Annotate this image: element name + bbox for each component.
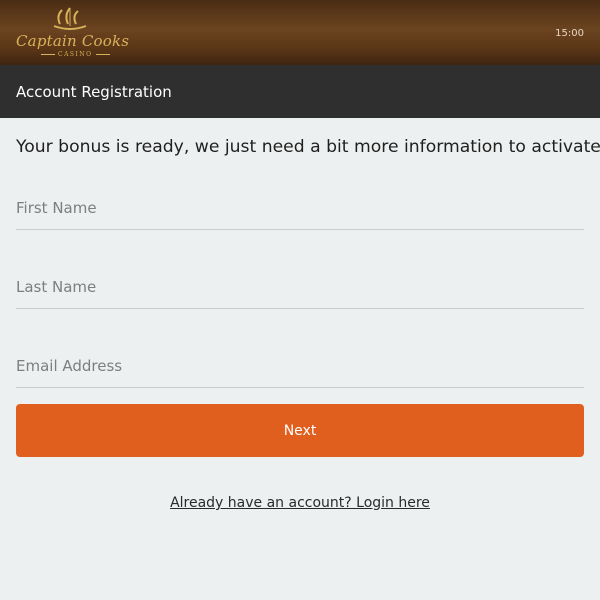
first-name-input[interactable] <box>16 199 584 230</box>
registration-form: Your bonus is ready, we just need a bit … <box>0 118 600 511</box>
page-title: Account Registration <box>16 82 172 101</box>
logo-title: Captain Cooks <box>16 32 130 50</box>
ship-icon <box>53 7 87 30</box>
login-prompt: Already have an account? Login here <box>16 492 584 511</box>
brand-logo[interactable]: Captain Cooks CASINO <box>16 6 130 60</box>
first-name-field <box>16 157 584 230</box>
next-button[interactable]: Next <box>16 404 584 457</box>
logo-subtitle: CASINO <box>38 51 113 58</box>
last-name-input[interactable] <box>16 278 584 309</box>
email-input[interactable] <box>16 357 584 388</box>
last-name-field <box>16 230 584 309</box>
page-titlebar: Account Registration <box>0 65 600 118</box>
intro-text: Your bonus is ready, we just need a bit … <box>16 137 600 157</box>
login-link[interactable]: Already have an account? Login here <box>170 495 430 511</box>
email-field <box>16 309 584 388</box>
top-header: Captain Cooks CASINO 15:00 <box>0 0 600 65</box>
status-time: 15:00 <box>555 28 584 39</box>
